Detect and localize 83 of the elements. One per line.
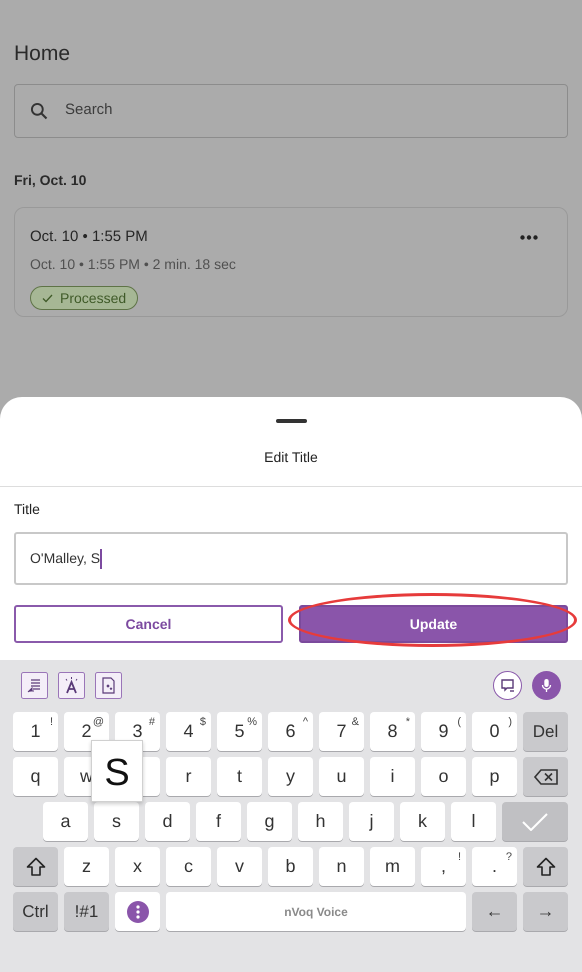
shift-icon: [26, 856, 46, 876]
backspace-icon: [534, 768, 558, 784]
check-icon: [522, 812, 548, 830]
key[interactable]: n: [319, 847, 364, 886]
key-hint: $: [200, 715, 206, 730]
update-button[interactable]: Update: [299, 605, 568, 643]
key-hint: ^: [302, 715, 308, 730]
key[interactable]: b: [268, 847, 313, 886]
key[interactable]: l: [451, 802, 496, 841]
key[interactable]: r: [166, 757, 211, 796]
key-hint: &: [352, 715, 359, 730]
key-hint: !: [458, 850, 461, 865]
search-icon: [29, 100, 49, 120]
recording-card[interactable]: Oct. 10 • 1:55 PM Oct. 10 • 1:55 PM • 2 min. 18 sec Processed: [14, 206, 568, 316]
function-key[interactable]: Del: [523, 712, 568, 751]
page-title: Home: [14, 41, 70, 67]
shift-key[interactable]: [523, 847, 568, 886]
document-icon[interactable]: [95, 672, 122, 699]
more-icon: [126, 900, 148, 922]
key-hint: %: [247, 715, 257, 730]
function-key[interactable]: Ctrl: [13, 892, 58, 931]
key[interactable]: a: [43, 802, 88, 841]
key[interactable]: o: [421, 757, 466, 796]
function-key[interactable]: !#1: [64, 892, 109, 931]
key[interactable]: 0 ): [472, 712, 517, 751]
key[interactable]: z: [64, 847, 109, 886]
microphone-icon[interactable]: [532, 671, 561, 700]
key[interactable]: u: [319, 757, 364, 796]
drag-handle[interactable]: [276, 419, 306, 423]
key[interactable]: 9 (: [421, 712, 466, 751]
section-date: Fri, Oct. 10: [14, 170, 86, 190]
key-hint: (: [457, 715, 461, 730]
key-hint: *: [406, 715, 410, 730]
sheet-title: Edit Title: [264, 448, 318, 467]
key[interactable]: j: [349, 802, 394, 841]
key[interactable]: m: [370, 847, 415, 886]
chat-icon[interactable]: [493, 671, 522, 700]
key[interactable]: 5%: [217, 712, 262, 751]
shift-icon: [536, 856, 556, 876]
backspace-key[interactable]: [523, 757, 568, 796]
key-hint: @: [92, 715, 104, 730]
recording-title: Oct. 10 • 1:55 PM: [30, 226, 148, 246]
key[interactable]: i: [370, 757, 415, 796]
key[interactable]: g: [247, 802, 292, 841]
cancel-button[interactable]: Cancel: [14, 605, 283, 643]
sparkle-letter-icon[interactable]: [58, 672, 85, 699]
key-hint: #: [148, 715, 155, 730]
key[interactable]: c: [166, 847, 211, 886]
key[interactable]: , !: [421, 847, 466, 886]
key[interactable]: h: [298, 802, 343, 841]
key[interactable]: v: [217, 847, 262, 886]
status-badge: Processed: [30, 286, 138, 310]
key[interactable]: t: [217, 757, 262, 796]
recording-details: Oct. 10 • 1:55 PM • 2 min. 18 sec: [30, 255, 236, 274]
shift-key[interactable]: [13, 847, 58, 886]
title-field[interactable]: O'Malley, S: [14, 532, 568, 585]
field-label: Title: [14, 500, 40, 519]
menu-key[interactable]: [115, 892, 160, 931]
key[interactable]: 1 !: [13, 712, 58, 751]
search-field[interactable]: Search: [14, 84, 568, 138]
text-cursor: [100, 548, 102, 568]
key[interactable]: f: [196, 802, 241, 841]
key[interactable]: 8 *: [370, 712, 415, 751]
key[interactable]: y: [268, 757, 313, 796]
key[interactable]: p: [472, 757, 517, 796]
key-preview-tooltip: S: [91, 740, 143, 802]
key[interactable]: 7 &: [319, 712, 364, 751]
more-icon[interactable]: [520, 234, 538, 240]
key-hint: !: [50, 715, 53, 730]
function-key[interactable]: ←: [472, 892, 517, 931]
list-icon[interactable]: [21, 672, 48, 699]
function-key[interactable]: →: [523, 892, 568, 931]
key-hint: ?: [506, 850, 512, 865]
key[interactable]: k: [400, 802, 445, 841]
key[interactable]: x: [115, 847, 160, 886]
key[interactable]: d: [145, 802, 190, 841]
check-icon: [42, 294, 53, 302]
key[interactable]: 4 $: [166, 712, 211, 751]
key[interactable]: q: [13, 757, 58, 796]
key[interactable]: 6 ^: [268, 712, 313, 751]
key[interactable]: s: [94, 802, 139, 841]
key-hint: ): [508, 715, 512, 730]
key[interactable]: . ?: [472, 847, 517, 886]
